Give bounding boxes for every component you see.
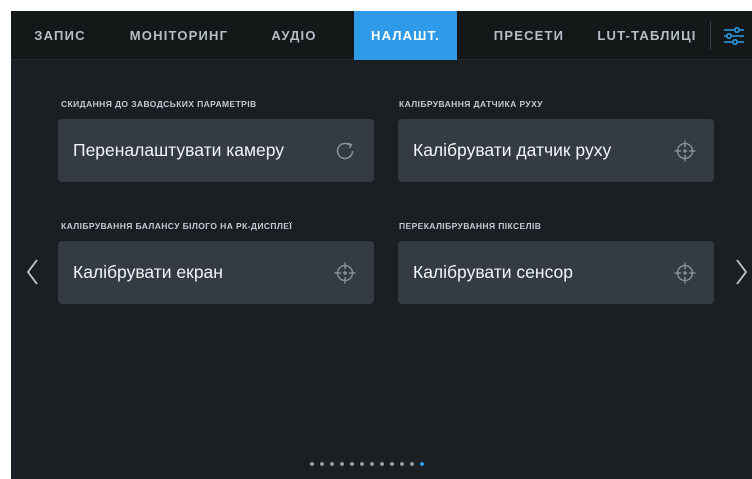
- page-dot-active[interactable]: [420, 462, 424, 466]
- next-page-arrow-icon[interactable]: [733, 257, 749, 287]
- settings-menu-button[interactable]: [719, 21, 749, 50]
- calibrate-screen-button[interactable]: Калібрувати екран: [58, 241, 374, 304]
- reset-camera-label: Переналаштувати камеру: [73, 140, 285, 160]
- motion-sensor-label: КАЛІБРУВАННЯ ДАТЧИКА РУХУ: [399, 99, 543, 109]
- crosshair-icon: [674, 262, 696, 284]
- calibrate-sensor-button[interactable]: Калібрувати сенсор: [398, 241, 714, 304]
- page-indicator: [310, 462, 424, 468]
- pixel-recalibration-label: ПЕРЕКАЛІБРУВАННЯ ПІКСЕЛІВ: [399, 221, 542, 231]
- camera-screen: ЗАПИС МОНІТОРИНГ АУДІО НАЛАШТ. ПРЕСЕТИ L…: [11, 11, 752, 479]
- tab-monitoring[interactable]: МОНІТОРИНГ: [116, 11, 242, 60]
- calibrate-motion-sensor-button[interactable]: Калібрувати датчик руху: [398, 119, 714, 182]
- page-dot[interactable]: [380, 462, 384, 466]
- page-dot[interactable]: [360, 462, 364, 466]
- sliders-icon: [724, 26, 744, 45]
- crosshair-icon: [674, 140, 696, 162]
- factory-reset-label: СКИДАННЯ ДО ЗАВОДСЬКИХ ПАРАМЕТРІВ: [61, 99, 257, 109]
- tab-record[interactable]: ЗАПИС: [27, 11, 93, 60]
- page-dot[interactable]: [410, 462, 414, 466]
- tab-audio[interactable]: АУДІО: [259, 11, 329, 60]
- page-dot[interactable]: [370, 462, 374, 466]
- reset-camera-button[interactable]: Переналаштувати камеру: [58, 119, 374, 182]
- page-dot[interactable]: [340, 462, 344, 466]
- page-dot[interactable]: [400, 462, 404, 466]
- calibrate-motion-sensor-label: Калібрувати датчик руху: [413, 140, 612, 160]
- tab-lut[interactable]: LUT-ТАБЛИЦІ: [590, 11, 704, 60]
- crosshair-icon: [334, 262, 356, 284]
- page-dot[interactable]: [320, 462, 324, 466]
- page-dot[interactable]: [350, 462, 354, 466]
- tab-presets[interactable]: ПРЕСЕТИ: [479, 11, 579, 60]
- page-dot[interactable]: [390, 462, 394, 466]
- tab-settings[interactable]: НАЛАШТ.: [354, 11, 457, 60]
- tab-bar: ЗАПИС МОНІТОРИНГ АУДІО НАЛАШТ. ПРЕСЕТИ L…: [11, 11, 752, 60]
- calibrate-screen-label: Калібрувати екран: [73, 262, 223, 282]
- tab-divider: [710, 21, 711, 50]
- page-dot[interactable]: [330, 462, 334, 466]
- calibrate-sensor-label: Калібрувати сенсор: [413, 262, 573, 282]
- previous-page-arrow-icon[interactable]: [25, 257, 41, 287]
- lcd-white-balance-label: КАЛІБРУВАННЯ БАЛАНСУ БІЛОГО НА РК-ДИСПЛЕ…: [61, 221, 293, 231]
- refresh-icon: [336, 142, 354, 160]
- page-dot[interactable]: [310, 462, 314, 466]
